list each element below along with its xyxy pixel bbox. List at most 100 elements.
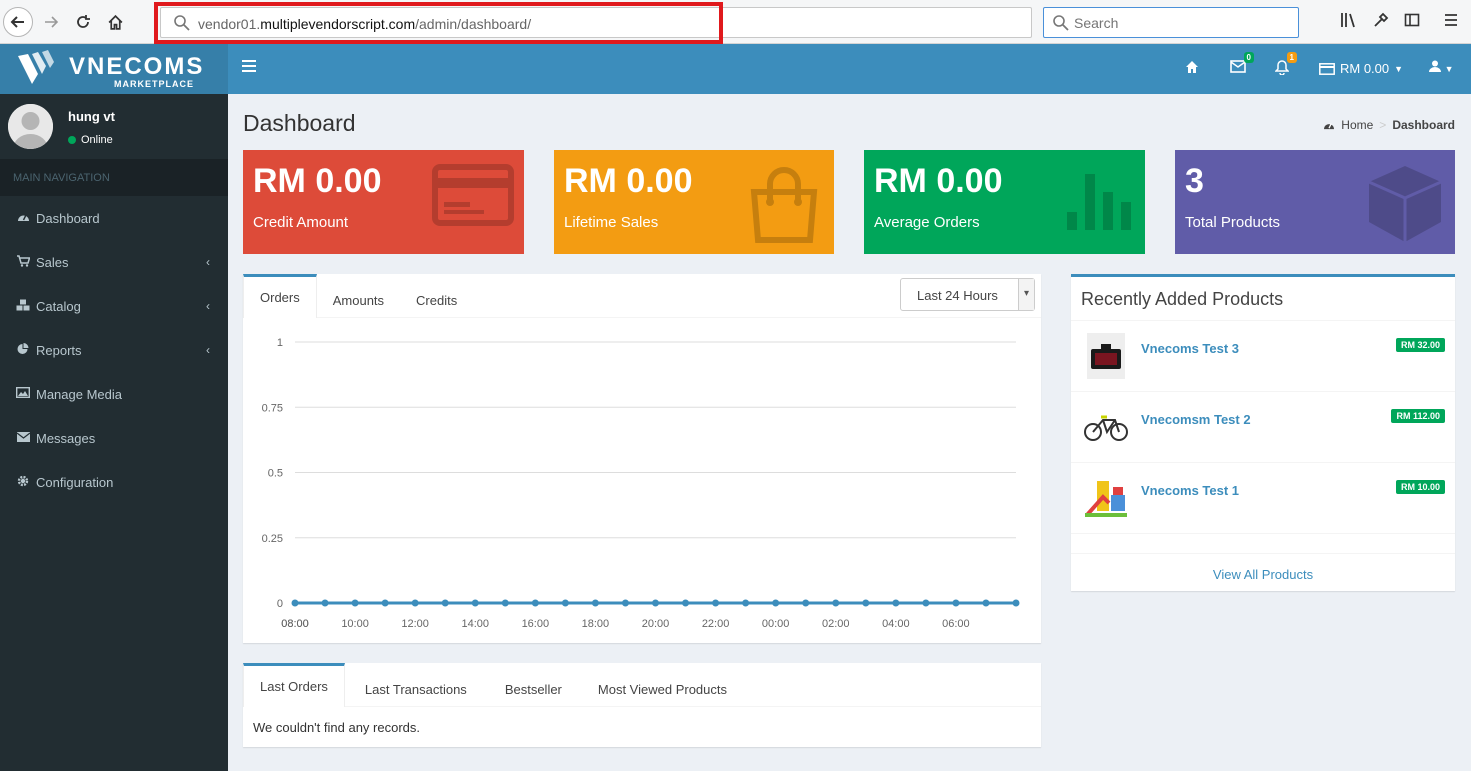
breadcrumb-home[interactable]: Home	[1341, 118, 1373, 132]
stat-value: RM 0.00	[564, 162, 693, 200]
browser-search-box[interactable]	[1043, 7, 1299, 38]
envelope-icon	[16, 431, 30, 445]
shopping-bag-icon	[750, 167, 818, 243]
price-badge: RM 112.00	[1391, 409, 1445, 423]
notifications-menu[interactable]: 1	[1274, 52, 1297, 78]
x-tick-label: 02:00	[822, 618, 850, 630]
tab-most-viewed-products[interactable]: Most Viewed Products	[580, 663, 745, 707]
x-tick-label: 18:00	[582, 618, 610, 630]
sidebar: hung vt Online MAIN NAVIGATION Dashboard…	[0, 94, 228, 771]
stat-lifetime-sales[interactable]: RM 0.00 Lifetime Sales	[554, 150, 834, 254]
tab-last-orders[interactable]: Last Orders	[243, 663, 345, 707]
sidebar-item-configuration[interactable]: Configuration	[0, 460, 228, 504]
sidebar-item-manage-media[interactable]: Manage Media	[0, 372, 228, 416]
online-dot-icon	[68, 136, 76, 144]
data-point	[411, 599, 419, 607]
tab-bestseller[interactable]: Bestseller	[487, 663, 580, 707]
arrow-right-icon	[45, 16, 59, 28]
reload-button[interactable]	[68, 7, 98, 37]
sidebar-item-messages[interactable]: Messages	[0, 416, 228, 460]
data-point	[772, 599, 780, 607]
stat-average-orders[interactable]: RM 0.00 Average Orders	[864, 150, 1145, 254]
wallet-dropdown[interactable]: RM 0.00 ▼	[1319, 61, 1403, 76]
eyedropper-icon[interactable]	[1373, 12, 1389, 33]
sidebar-item-dashboard[interactable]: Dashboard	[0, 196, 228, 240]
y-tick-label: 0.5	[268, 468, 283, 480]
tab-credits[interactable]: Credits	[400, 274, 473, 318]
search-icon	[1053, 15, 1069, 31]
data-point	[682, 599, 690, 607]
data-point	[952, 599, 960, 607]
messages-menu[interactable]: 0	[1230, 52, 1254, 76]
credit-card-icon	[1319, 62, 1335, 75]
tab-amounts[interactable]: Amounts	[317, 274, 400, 318]
sidebar-item-sales[interactable]: Sales ‹	[0, 240, 228, 284]
stat-total-products[interactable]: 3 Total Products	[1175, 150, 1455, 254]
home-link[interactable]	[1185, 60, 1199, 77]
top-navbar: 0 1 RM 0.00 ▼ ▼	[228, 44, 1471, 94]
product-name[interactable]: Vnecoms Test 3	[1141, 341, 1239, 356]
sidebar-item-catalog[interactable]: Catalog ‹	[0, 284, 228, 328]
chart-box: Orders Amounts Credits Last 24 Hours ▾ 1…	[243, 274, 1041, 643]
list-item[interactable]: Vnecoms Test 3 RM 32.00	[1071, 321, 1455, 392]
image-icon	[15, 386, 31, 401]
recent-products-title: Recently Added Products	[1081, 289, 1284, 309]
home-button[interactable]	[100, 7, 130, 37]
stat-value: 3	[1185, 162, 1204, 200]
sidebar-item-reports[interactable]: Reports ‹	[0, 328, 228, 372]
sidebar-toggle-button[interactable]	[242, 60, 256, 75]
tab-orders[interactable]: Orders	[243, 274, 317, 318]
user-panel: hung vt Online	[0, 94, 228, 159]
library-icon[interactable]	[1340, 12, 1357, 33]
cart-icon	[16, 254, 31, 270]
data-point	[471, 599, 479, 607]
chart-tabs: Orders Amounts Credits	[243, 274, 473, 318]
stat-label: Credit Amount	[253, 214, 349, 231]
period-selected-value: Last 24 Hours	[917, 288, 998, 303]
stat-value: RM 0.00	[253, 162, 382, 200]
orders-tabs: Last Orders Last Transactions Bestseller…	[243, 663, 745, 707]
product-name[interactable]: Vnecoms Test 1	[1141, 483, 1239, 498]
list-item[interactable]: Vnecomsm Test 2 RM 112.00	[1071, 392, 1455, 463]
list-item[interactable]: Vnecoms Test 1 RM 10.00	[1071, 463, 1455, 534]
price-badge: RM 10.00	[1395, 480, 1445, 494]
data-point	[381, 599, 389, 607]
dashboard-icon	[1324, 123, 1335, 130]
browser-menu-icon[interactable]	[1443, 12, 1459, 33]
forward-button[interactable]	[36, 7, 66, 37]
price-badge: RM 32.00	[1395, 338, 1445, 352]
brand-logo[interactable]: VNECOMS MARKETPLACE	[0, 44, 228, 94]
view-all-products-link[interactable]: View All Products	[1071, 567, 1455, 582]
arrow-left-icon	[10, 16, 24, 28]
data-point	[351, 599, 359, 607]
orders-box: Last Orders Last Transactions Bestseller…	[243, 663, 1041, 747]
brand-subtitle: MARKETPLACE	[114, 79, 194, 89]
page-title: Dashboard	[243, 110, 356, 136]
back-button[interactable]	[3, 7, 33, 37]
product-name[interactable]: Vnecomsm Test 2	[1141, 412, 1251, 427]
chevron-left-icon: ‹	[206, 255, 210, 269]
data-point	[561, 599, 569, 607]
sidebar-toggle-icon[interactable]	[1404, 12, 1420, 33]
bell-icon	[1274, 60, 1290, 76]
period-select[interactable]: Last 24 Hours ▾	[900, 278, 1035, 311]
breadcrumb-separator: >	[1379, 118, 1387, 132]
brand-title: VNECOMS	[69, 53, 205, 80]
user-menu[interactable]: ▼	[1429, 60, 1454, 75]
browser-search-input[interactable]	[1074, 14, 1289, 32]
x-tick-label: 04:00	[882, 618, 910, 630]
stat-credit-amount[interactable]: RM 0.00 Credit Amount	[243, 150, 524, 254]
breadcrumb: Home > Dashboard	[1323, 118, 1455, 132]
stat-value: RM 0.00	[874, 162, 1003, 200]
cubes-icon	[16, 299, 30, 314]
user-name: hung vt	[68, 109, 115, 124]
x-tick-label: 14:00	[461, 618, 489, 630]
x-tick-label: 10:00	[341, 618, 369, 630]
tab-last-transactions[interactable]: Last Transactions	[345, 663, 487, 707]
product-image	[1083, 475, 1129, 521]
data-point	[321, 599, 329, 607]
stat-label: Total Products	[1185, 214, 1281, 231]
x-tick-label: 20:00	[642, 618, 670, 630]
envelope-icon	[1230, 60, 1246, 73]
y-tick-label: 0.75	[262, 402, 283, 414]
